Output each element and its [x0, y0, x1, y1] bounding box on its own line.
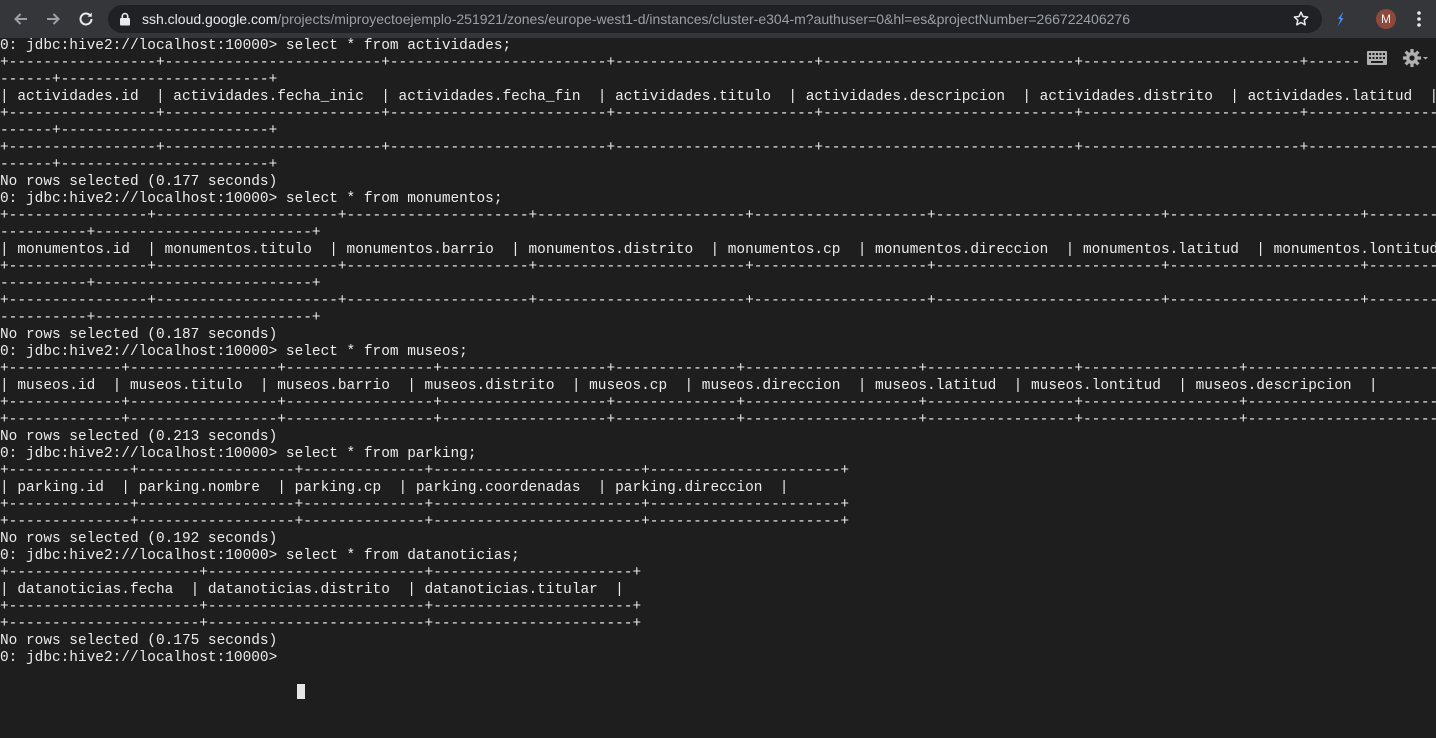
kebab-menu-icon[interactable] — [1409, 9, 1429, 29]
avatar[interactable]: M — [1376, 9, 1396, 29]
url-path: /projects/miproyectoejemplo-251921/zones… — [277, 11, 1130, 27]
url-text: ssh.cloud.google.com/projects/miproyecto… — [142, 5, 1130, 33]
reload-icon[interactable] — [74, 7, 98, 31]
terminal[interactable]: 0: jdbc:hive2://localhost:10000> select … — [0, 38, 1436, 738]
extension-icon[interactable] — [1331, 9, 1351, 29]
forward-arrow-icon[interactable] — [41, 7, 65, 31]
settings-gear-icon[interactable] — [1402, 47, 1428, 69]
terminal-output: 0: jdbc:hive2://localhost:10000> select … — [0, 38, 1436, 666]
star-icon[interactable] — [1292, 10, 1310, 28]
terminal-cursor — [297, 684, 305, 699]
terminal-toolbar — [1360, 46, 1436, 70]
keyboard-icon[interactable] — [1366, 50, 1388, 66]
url-host: ssh.cloud.google.com — [142, 11, 278, 27]
back-arrow-icon[interactable] — [9, 7, 33, 31]
browser-toolbar: ssh.cloud.google.com/projects/miproyecto… — [0, 0, 1436, 38]
address-bar[interactable]: ssh.cloud.google.com/projects/miproyecto… — [108, 5, 1322, 33]
lock-icon[interactable] — [118, 12, 132, 26]
